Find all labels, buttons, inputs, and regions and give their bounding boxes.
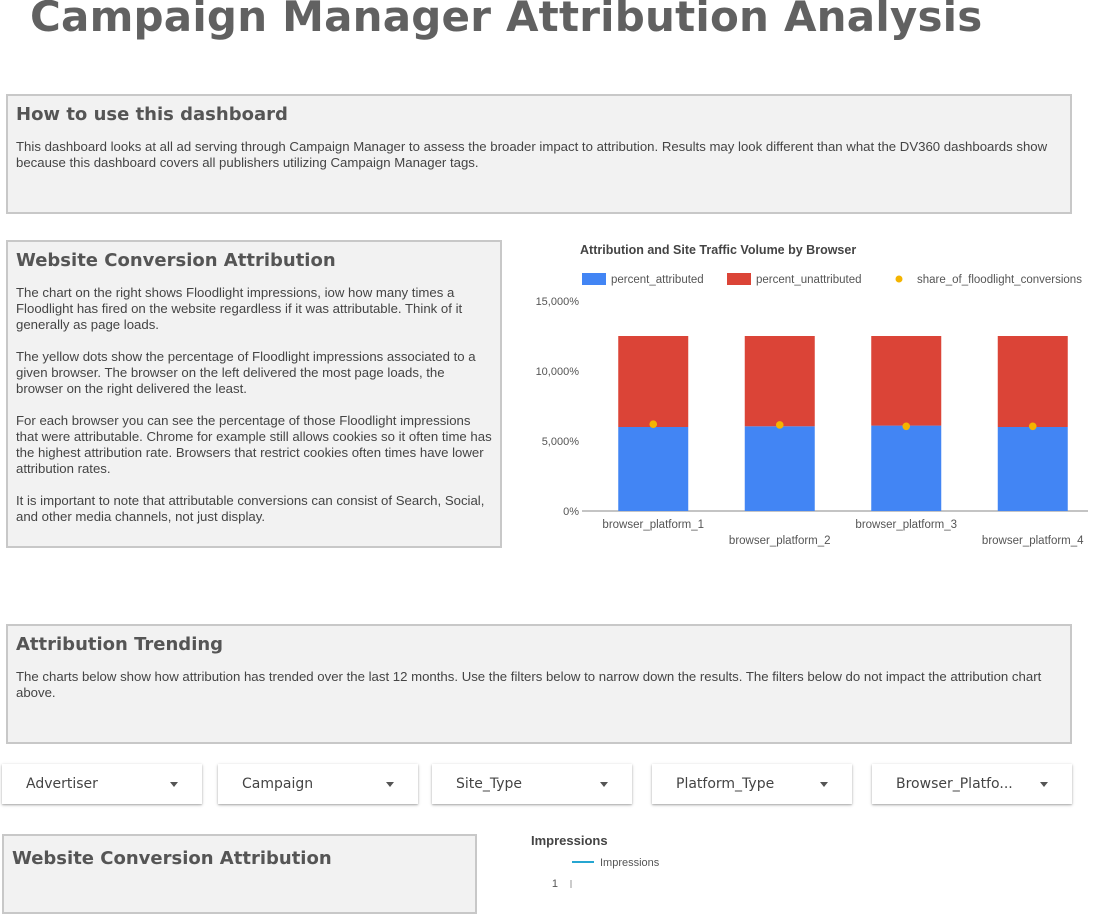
legend-dot-icon — [895, 275, 903, 283]
x-axis: browser_platform_1 browser_platform_2 brow… — [602, 519, 1084, 547]
attribution-by-browser-chart[interactable]: Attribution and Site Traffic Volume by B… — [520, 236, 1095, 556]
bar-percent-attributed[interactable] — [744, 426, 815, 511]
howto-text: This dashboard looks at all ad serving t… — [16, 139, 1048, 170]
chevron-down-icon — [170, 781, 178, 787]
filter-campaign[interactable]: Campaign — [218, 764, 418, 804]
bar-percent-attributed[interactable] — [997, 427, 1068, 511]
website-conversion-paragraph: The yellow dots show the percentage of F… — [16, 349, 476, 396]
website-conversion-heading: Website Conversion Attribution — [12, 848, 332, 869]
bar-percent-unattributed[interactable] — [997, 336, 1068, 427]
website-conversion-paragraph: It is important to note that attributabl… — [16, 493, 485, 524]
legend-label: percent_attributed — [611, 274, 704, 286]
filter-platform-type[interactable]: Platform_Type — [652, 764, 852, 804]
page-title: Campaign Manager Attribution Analysis — [30, 0, 983, 41]
bar-percent-unattributed[interactable] — [744, 336, 815, 427]
legend-swatch — [727, 273, 751, 285]
filter-label: Site_Type — [456, 776, 523, 792]
filter-browser-platform[interactable]: Browser_Platfo... — [872, 764, 1072, 804]
bar-percent-attributed[interactable] — [871, 425, 942, 511]
howto-heading: How to use this dashboard — [16, 104, 288, 125]
website-conversion-heading: Website Conversion Attribution — [16, 250, 336, 271]
attribution-trending-panel: Attribution Trending The charts below sh… — [6, 624, 1072, 744]
share-dot[interactable] — [775, 421, 784, 429]
chart-title: Attribution and Site Traffic Volume by B… — [580, 243, 856, 257]
filter-site-type[interactable]: Site_Type — [432, 764, 632, 804]
chevron-down-icon — [386, 781, 394, 787]
website-conversion-panel-2: Website Conversion Attribution — [2, 834, 477, 914]
x-tick-label: browser_platform_3 — [855, 519, 957, 531]
filter-advertiser[interactable]: Advertiser — [2, 764, 202, 804]
chevron-down-icon — [600, 781, 608, 787]
howto-panel: How to use this dashboard This dashboard… — [6, 94, 1072, 214]
chart-legend[interactable]: percent_attributed percent_unattributed sh… — [582, 273, 1082, 286]
y-tick-label: 15,000% — [536, 296, 580, 308]
share-dot[interactable] — [902, 422, 911, 431]
bar-percent-attributed[interactable] — [618, 427, 689, 511]
bar-percent-unattributed[interactable] — [618, 336, 689, 427]
website-conversion-paragraph: For each browser you can see the percent… — [16, 413, 492, 476]
y-tick-label: 10,000% — [536, 366, 580, 378]
y-tick-label: 5,000% — [542, 436, 580, 448]
bar-percent-unattributed[interactable] — [871, 336, 942, 426]
legend-label: percent_unattributed — [756, 274, 862, 286]
legend-label: Impressions — [600, 857, 660, 869]
chevron-down-icon — [820, 781, 828, 787]
attribution-trending-text: The charts below show how attribution ha… — [16, 669, 1042, 700]
plot-area[interactable] — [618, 336, 1068, 511]
filter-label: Browser_Platfo... — [896, 776, 1013, 792]
website-conversion-paragraph: The chart on the right shows Floodlight … — [16, 285, 463, 332]
y-tick-label: 0% — [563, 506, 579, 518]
filter-label: Campaign — [242, 776, 314, 792]
legend-swatch — [582, 273, 606, 285]
share-dot[interactable] — [1028, 422, 1037, 431]
impressions-chart[interactable]: Impressions Impressions 1 — [520, 828, 1095, 888]
x-tick-label: browser_platform_2 — [729, 535, 831, 547]
y-tick-label: 1 — [552, 878, 558, 888]
x-tick-label: browser_platform_1 — [602, 519, 704, 531]
share-dot[interactable] — [649, 420, 658, 428]
x-tick-label: browser_platform_4 — [982, 535, 1084, 547]
filter-label: Platform_Type — [676, 776, 775, 792]
legend-label: share_of_floodlight_conversions — [917, 274, 1082, 286]
filter-label: Advertiser — [26, 776, 98, 792]
chart-title: Impressions — [531, 833, 608, 848]
website-conversion-panel: Website Conversion Attribution The chart… — [6, 240, 502, 548]
chevron-down-icon — [1040, 781, 1048, 787]
attribution-trending-heading: Attribution Trending — [16, 634, 224, 655]
